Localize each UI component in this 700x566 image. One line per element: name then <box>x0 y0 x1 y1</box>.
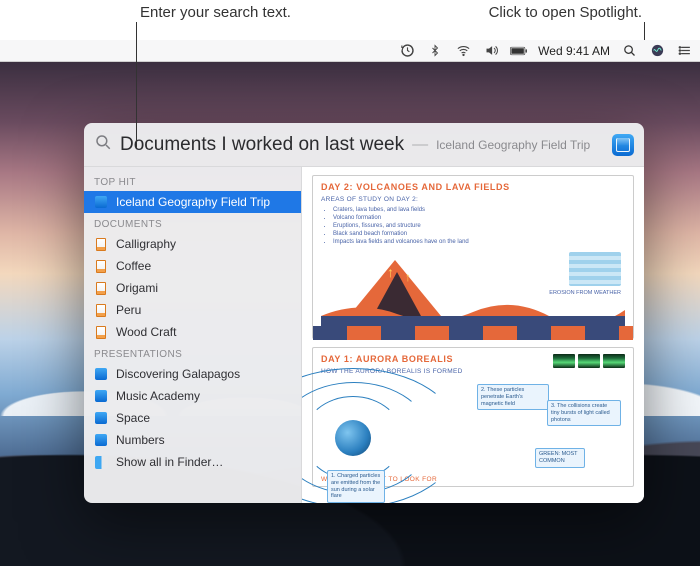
aurora-thumbnails <box>553 354 625 368</box>
eruption-arrow-icon: ↑ <box>387 264 394 280</box>
result-row[interactable]: Music Academy <box>84 385 301 407</box>
pages-doc-icon <box>96 304 106 317</box>
result-row[interactable]: Calligraphy <box>84 233 301 255</box>
search-icon <box>94 133 112 156</box>
pages-doc-icon <box>96 326 106 339</box>
result-label: Discovering Galapagos <box>116 367 240 381</box>
siri-icon[interactable] <box>648 42 666 60</box>
slide1-bullet: Eruptions, fissures, and structure <box>333 222 625 230</box>
volume-icon[interactable] <box>482 42 500 60</box>
preview-slide-day2: DAY 2: VOLCANOES AND LAVA FIELDS AREAS O… <box>312 175 634 339</box>
keynote-doc-icon <box>95 368 107 380</box>
battery-icon[interactable] <box>510 42 528 60</box>
preview-slide-day1: DAY 1: AURORA BOREALIS HOW THE AURORA BO… <box>312 347 634 487</box>
keynote-app-icon <box>612 134 634 156</box>
pages-doc-icon <box>96 238 106 251</box>
pages-doc-icon <box>96 260 106 273</box>
result-row[interactable]: Space <box>84 407 301 429</box>
result-label: Peru <box>116 303 141 317</box>
diagram-note-1: 1. Charged particles are emitted from th… <box>327 470 385 502</box>
aurora-diagram: 1. Charged particles are emitted from th… <box>321 378 625 474</box>
annotation-layer: Enter your search text. Click to open Sp… <box>0 0 700 40</box>
spotlight-window: Documents I worked on last week — Icelan… <box>84 123 644 503</box>
result-label: Wood Craft <box>116 325 176 339</box>
spotlight-results-list[interactable]: TOP HIT Iceland Geography Field Trip DOCUM… <box>84 167 302 503</box>
diagram-note-4: GREEN: MOST COMMON <box>535 448 585 467</box>
notification-center-icon[interactable] <box>676 42 694 60</box>
menubar: Wed 9:41 AM <box>0 40 700 62</box>
result-label: Coffee <box>116 259 151 273</box>
weather-graphic <box>569 252 621 286</box>
result-label: Music Academy <box>116 389 200 403</box>
pages-doc-icon <box>96 282 106 295</box>
spotlight-icon[interactable] <box>620 42 638 60</box>
result-row[interactable]: Peru <box>84 299 301 321</box>
result-row[interactable]: Wood Craft <box>84 321 301 343</box>
diagram-note-3: 3. The collisions create tiny bursts of … <box>547 400 621 426</box>
spotlight-query[interactable]: Documents I worked on last week <box>120 134 404 156</box>
finder-icon <box>95 456 108 469</box>
result-label: Origami <box>116 281 158 295</box>
wifi-icon[interactable] <box>454 42 472 60</box>
slide1-subheader: AREAS OF STUDY ON DAY 2: <box>321 196 625 203</box>
slide1-bullet: Craters, lava tubes, and lava fields <box>333 206 625 214</box>
slide1-footer-strip <box>313 326 633 340</box>
keynote-doc-icon <box>95 390 107 402</box>
result-row[interactable]: Iceland Geography Field Trip <box>84 191 301 213</box>
spotlight-top-hit-inline: Iceland Geography Field Trip <box>436 138 604 152</box>
results-section-header: DOCUMENTS <box>84 213 301 233</box>
spotlight-preview-pane: DAY 2: VOLCANOES AND LAVA FIELDS AREAS O… <box>302 167 644 503</box>
results-section-header: TOP HIT <box>84 171 301 191</box>
result-label: Numbers <box>116 433 165 447</box>
result-label: Iceland Geography Field Trip <box>116 195 270 209</box>
spotlight-search-bar[interactable]: Documents I worked on last week — Icelan… <box>84 123 644 167</box>
result-row[interactable]: Numbers <box>84 429 301 451</box>
keynote-doc-icon <box>95 434 107 446</box>
result-label: Space <box>116 411 150 425</box>
slide1-bullets: Craters, lava tubes, and lava fieldsVolc… <box>325 206 625 246</box>
slide1-bullet: Black sand beach formation <box>333 230 625 238</box>
result-row[interactable]: Origami <box>84 277 301 299</box>
slide1-title: DAY 2: VOLCANOES AND LAVA FIELDS <box>321 182 625 192</box>
slide1-bullet: Volcano formation <box>333 214 625 222</box>
annotation-line-left <box>136 22 137 148</box>
keynote-doc-icon <box>95 412 107 424</box>
annotation-spotlight-click: Click to open Spotlight. <box>489 4 642 21</box>
result-row[interactable]: Show all in Finder… <box>84 451 301 473</box>
results-section-header: PRESENTATIONS <box>84 343 301 363</box>
result-label: Calligraphy <box>116 237 176 251</box>
keynote-doc-icon <box>95 196 107 208</box>
result-row[interactable]: Coffee <box>84 255 301 277</box>
annotation-search-text: Enter your search text. <box>140 4 291 21</box>
annotation-line-right <box>644 22 645 40</box>
diagram-note-2: 2. These particles penetrate Earth's mag… <box>477 384 549 410</box>
menubar-clock[interactable]: Wed 9:41 AM <box>538 44 610 58</box>
result-row[interactable]: Discovering Galapagos <box>84 363 301 385</box>
timemachine-icon[interactable] <box>398 42 416 60</box>
result-label: Show all in Finder… <box>116 455 223 469</box>
spotlight-query-divider: — <box>412 136 428 154</box>
bluetooth-icon[interactable] <box>426 42 444 60</box>
eruption-arrow-icon: ↑ <box>405 270 411 284</box>
slide1-bullet: Impacts lava fields and volcanoes have o… <box>333 238 625 246</box>
